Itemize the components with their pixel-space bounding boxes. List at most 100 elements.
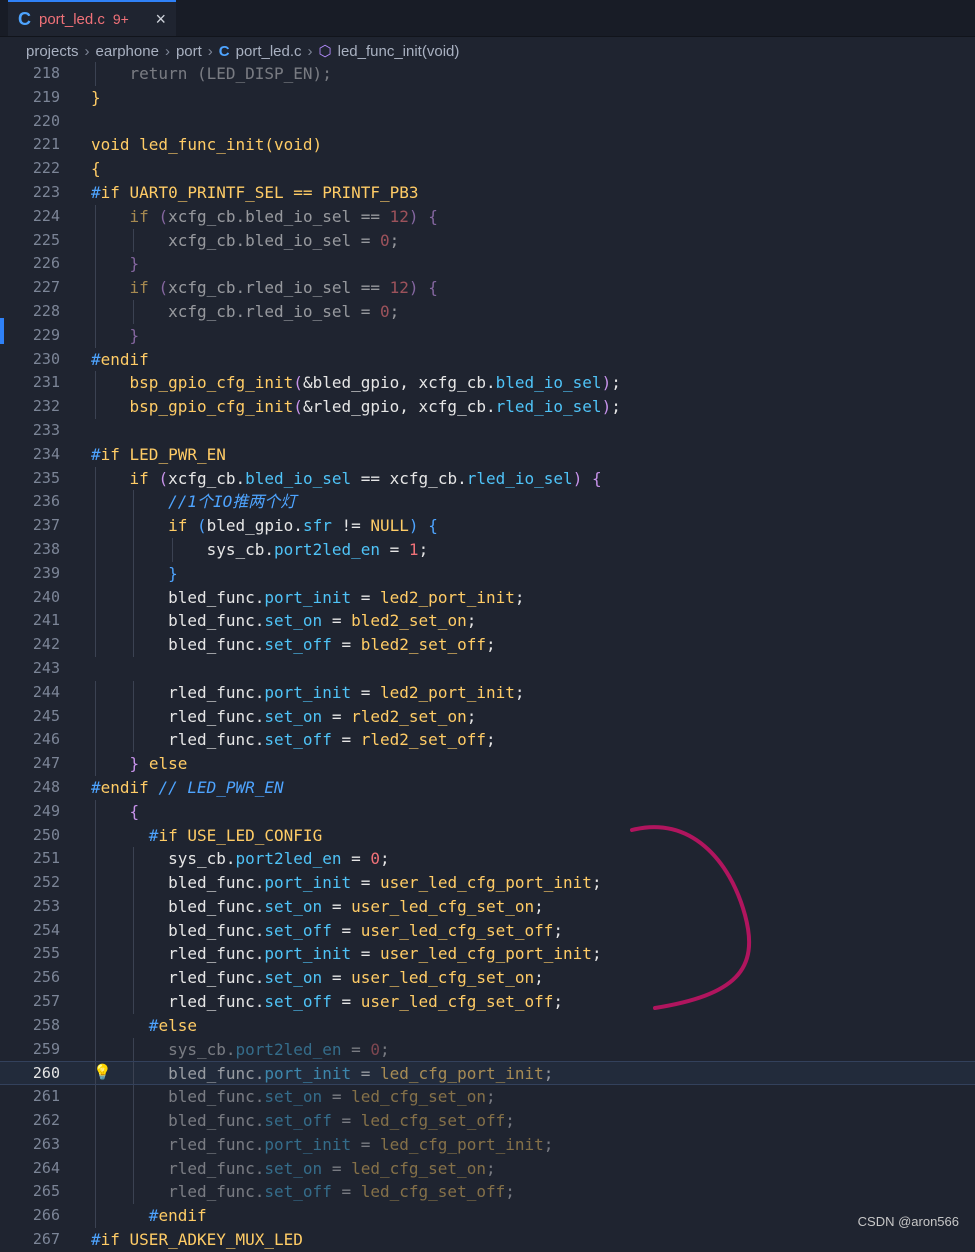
line-number: 229 (32, 325, 60, 344)
code-line[interactable]: 227 if (xcfg_cb.rled_io_sel == 12) { (0, 276, 975, 300)
line-number: 241 (32, 611, 60, 630)
code-line[interactable]: 242 bled_func.set_off = bled2_set_off; (0, 633, 975, 657)
code-text: { (91, 159, 101, 179)
code-line[interactable]: 252 bled_func.port_init = user_led_cfg_p… (0, 871, 975, 895)
code-line[interactable]: 232 bsp_gpio_cfg_init(&rled_gpio, xcfg_c… (0, 395, 975, 419)
tab-port-led-c[interactable]: C port_led.c 9+ × (8, 0, 176, 36)
breadcrumb-port[interactable]: port (176, 43, 202, 60)
code-line[interactable]: 218 return (LED_DISP_EN); (0, 62, 975, 86)
code-line[interactable]: 255 rled_func.port_init = user_led_cfg_p… (0, 942, 975, 967)
code-line[interactable]: 258 #else (0, 1013, 975, 1038)
code-line[interactable]: 243 (0, 657, 975, 681)
code-editor[interactable]: 218 return (LED_DISP_EN); 219} 220 221 void … (0, 62, 975, 1249)
breadcrumb-function[interactable]: led_func_init(void) (338, 43, 460, 60)
code-line[interactable]: 225 xcfg_cb.bled_io_sel = 0; (0, 228, 975, 253)
line-number: 251 (32, 849, 60, 868)
code-line[interactable]: 266 #endif (0, 1204, 975, 1229)
line-number: 240 (32, 587, 60, 606)
watermark: CSDN @aron566 (857, 1214, 959, 1229)
code-line[interactable]: 263 rled_func.port_init = led_cfg_port_i… (0, 1132, 975, 1157)
code-line[interactable]: 253 bled_func.set_on = user_led_cfg_set_… (0, 894, 975, 919)
c-language-icon: C (218, 42, 230, 60)
code-line[interactable]: 244 rled_func.port_init = led2_port_init… (0, 680, 975, 705)
line-number: 243 (32, 658, 60, 677)
code-line[interactable]: 234 #if LED_PWR_EN (0, 443, 975, 467)
line-number: 250 (32, 825, 60, 844)
code-line[interactable]: 223 #if UART0_PRINTF_SEL == PRINTF_PB3 (0, 181, 975, 205)
code-text: sys_cb.port2led_en = 1; (91, 539, 429, 559)
code-text: bled_func.set_on = bled2_set_on; (91, 611, 477, 631)
code-line[interactable]: 240 bled_func.port_init = led2_port_init… (0, 585, 975, 610)
breadcrumb-projects[interactable]: projects (26, 43, 79, 60)
code-text: rled_func.set_off = user_led_cfg_set_off… (91, 992, 564, 1012)
code-line[interactable]: 239 } (0, 561, 975, 586)
breadcrumb-earphone[interactable]: earphone (96, 43, 159, 60)
code-line[interactable]: 222 { (0, 157, 975, 181)
code-line[interactable]: 259 sys_cb.port2led_en = 0; (0, 1037, 975, 1062)
code-line[interactable]: 230 #endif (0, 348, 975, 372)
code-line[interactable]: 241 bled_func.set_on = bled2_set_on; (0, 609, 975, 634)
chevron-right-icon: › (307, 42, 313, 60)
line-number: 258 (32, 1015, 60, 1034)
code-line[interactable]: 261 bled_func.set_on = led_cfg_set_on; (0, 1085, 975, 1110)
line-number: 228 (32, 301, 60, 320)
line-number: 219 (32, 87, 60, 106)
code-line[interactable]: 221 void led_func_init(void) (0, 133, 975, 157)
code-line[interactable]: 237 if (bled_gpio.sfr != NULL) { (0, 514, 975, 538)
code-text: rled_func.set_on = user_led_cfg_set_on; (91, 968, 544, 988)
code-text: bled_func.port_init = user_led_cfg_port_… (91, 873, 602, 893)
line-number: 254 (32, 920, 60, 939)
code-line[interactable]: 254 bled_func.set_off = user_led_cfg_set… (0, 918, 975, 943)
close-icon[interactable]: × (155, 9, 166, 30)
code-text: return (LED_DISP_EN); (91, 64, 332, 83)
line-number: 235 (32, 468, 60, 487)
code-text: #if LED_PWR_EN (91, 444, 226, 464)
line-number: 257 (32, 992, 60, 1011)
code-text: rled_func.set_on = led_cfg_set_on; (91, 1158, 496, 1178)
code-text: xcfg_cb.rled_io_sel = 0; (91, 301, 400, 321)
code-text: } (129, 254, 140, 274)
code-line[interactable]: 256 rled_func.set_on = user_led_cfg_set_… (0, 966, 975, 991)
code-text: if (xcfg_cb.bled_io_sel == 12) { (129, 206, 438, 226)
code-text: #endif (148, 1206, 207, 1226)
line-number: 237 (32, 516, 60, 535)
line-number: 227 (32, 278, 60, 297)
code-text: rled_func.set_off = rled2_set_off; (91, 730, 496, 750)
line-number: 223 (32, 182, 60, 201)
code-line[interactable]: 250 #if USE_LED_CONFIG (0, 823, 975, 848)
code-line[interactable]: 267 #if USER_ADKEY_MUX_LED (0, 1228, 975, 1252)
line-number: 266 (32, 1206, 60, 1225)
code-line[interactable]: 224 if (xcfg_cb.bled_io_sel == 12) { (0, 204, 975, 229)
code-text: //1个IO推两个灯 (168, 492, 297, 512)
code-line[interactable]: 265 rled_func.set_off = led_cfg_set_off; (0, 1180, 975, 1205)
tab-bar: C port_led.c 9+ × (0, 0, 975, 37)
code-line[interactable]: 246 rled_func.set_off = rled2_set_off; (0, 728, 975, 753)
code-line[interactable]: 219} (0, 86, 975, 110)
code-line[interactable]: 251 sys_cb.port2led_en = 0; (0, 847, 975, 872)
code-text: } (129, 325, 140, 345)
code-line[interactable]: 262 bled_func.set_off = led_cfg_set_off; (0, 1109, 975, 1133)
code-line[interactable]: 233 (0, 419, 975, 443)
code-text: bled_func.set_off = led_cfg_set_off; (91, 1111, 515, 1131)
code-line[interactable]: 236 //1个IO推两个灯 (0, 490, 975, 515)
line-number: 222 (32, 159, 60, 178)
code-line[interactable]: 247 } else (0, 752, 975, 776)
code-line[interactable]: 257 rled_func.set_off = user_led_cfg_set… (0, 990, 975, 1014)
code-line[interactable]: 264 rled_func.set_on = led_cfg_set_on; (0, 1156, 975, 1181)
code-line[interactable]: 228 xcfg_cb.rled_io_sel = 0; (0, 299, 975, 324)
code-line[interactable]: 248 #endif // LED_PWR_EN (0, 776, 975, 800)
code-line[interactable]: 260 💡 bled_func.port_init = led_cfg_port_… (0, 1061, 975, 1086)
line-number: 233 (32, 420, 60, 439)
code-line[interactable]: 229 } (0, 323, 975, 348)
code-line[interactable]: 245 rled_func.set_on = rled2_set_on; (0, 704, 975, 729)
function-symbol-icon: ⬡ (318, 43, 332, 60)
breadcrumb-file[interactable]: port_led.c (236, 43, 302, 60)
code-line[interactable]: 249 { (0, 799, 975, 824)
line-number: 267 (32, 1230, 60, 1249)
code-line[interactable]: 226 } (0, 252, 975, 277)
code-text: sys_cb.port2led_en = 0; (91, 849, 390, 869)
code-line[interactable]: 231 bsp_gpio_cfg_init(&bled_gpio, xcfg_c… (0, 371, 975, 396)
code-line[interactable]: 238 sys_cb.port2led_en = 1; (0, 537, 975, 562)
code-line[interactable]: 220 (0, 110, 975, 134)
code-line[interactable]: 235 if (xcfg_cb.bled_io_sel == xcfg_cb.r… (0, 466, 975, 491)
